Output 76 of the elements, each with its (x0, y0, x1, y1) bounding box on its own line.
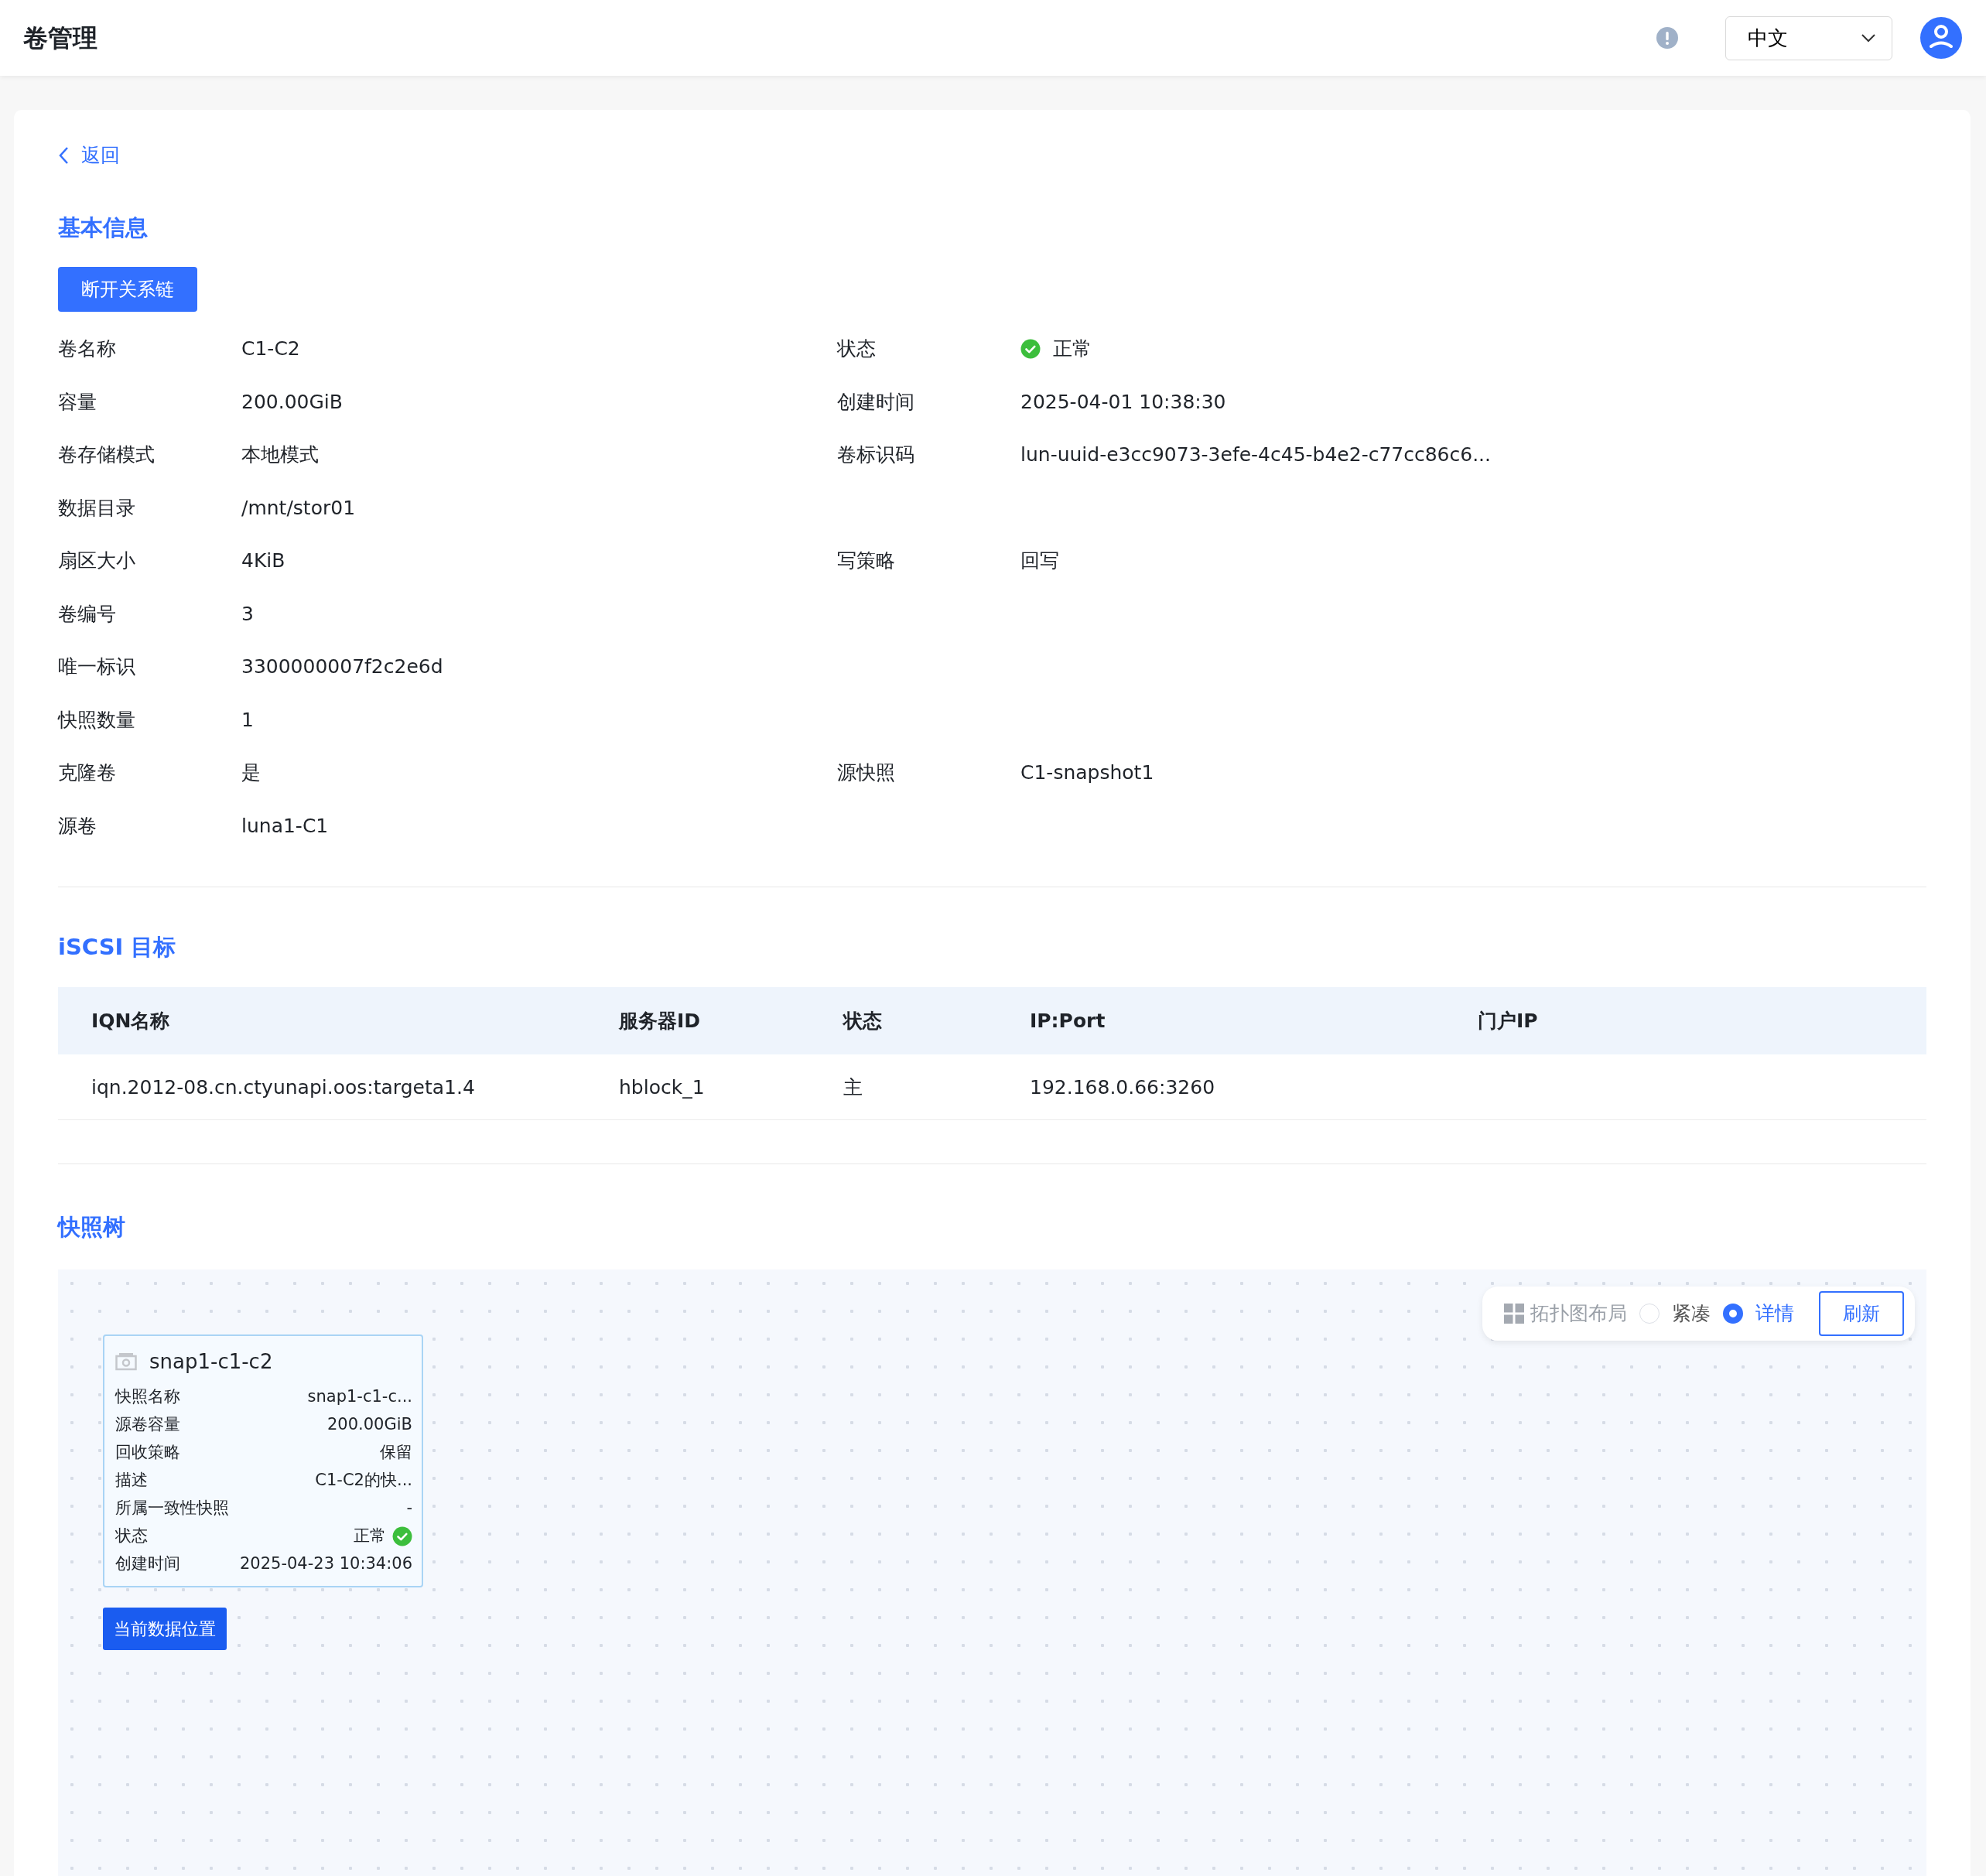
table-cell-text: iqn.2012-08.cn.ctyunapi.oos:targeta1.4 (91, 1075, 475, 1100)
check-circle-icon (392, 1526, 412, 1546)
user-avatar-icon[interactable] (1919, 16, 1963, 60)
field-label: 写策略 (837, 548, 895, 574)
field-label: 描述 (115, 1470, 148, 1491)
page-title: 卷管理 (23, 22, 97, 54)
field-value: 回写 (1020, 548, 1059, 574)
language-select[interactable]: 中文 (1725, 15, 1892, 60)
field-value: 3300000007f2c2e6d (241, 654, 443, 680)
field-label: 卷名称 (58, 337, 116, 362)
field-label: 克隆卷 (58, 760, 116, 786)
field-label: 所属一致性快照 (115, 1498, 229, 1519)
field-value: snap1-c1-c... (307, 1386, 412, 1407)
field-label: 源快照 (837, 760, 895, 786)
field-label: 源卷 (58, 813, 97, 839)
section-title: iSCSI 目标 (58, 932, 177, 962)
field-value: 正常 (1053, 337, 1092, 362)
field-value: 2025-04-23 10:34:06 (239, 1553, 412, 1574)
field-label: 卷编号 (58, 601, 116, 627)
current-data-position-button[interactable]: 当前数据位置 (103, 1607, 227, 1650)
field-value: C1-C2 (241, 337, 300, 362)
field-label: 快照数量 (58, 707, 135, 733)
field-label: 卷标识码 (837, 443, 914, 468)
field-label: 状态 (115, 1526, 148, 1546)
section-title: 基本信息 (58, 214, 149, 243)
node-title: snap1-c1-c2 (149, 1348, 273, 1375)
back-link[interactable]: 返回 (58, 141, 120, 170)
radio-button[interactable] (1723, 1303, 1743, 1324)
table-cell-text: 192.168.0.66:3260 (1030, 1075, 1215, 1100)
radio-label[interactable]: 紧凑 (1672, 1299, 1711, 1328)
field-label: 回收策略 (115, 1442, 180, 1463)
field-label: 唯一标识 (58, 654, 135, 680)
field-value: 正常 (354, 1526, 386, 1546)
field-value: 2025-04-01 10:38:30 (1020, 389, 1226, 415)
field-value: lun-uuid-e3cc9073-3efe-4c45-b4e2-c77cc86c6... (1020, 443, 1491, 468)
section-title: 快照树 (58, 1213, 126, 1242)
field-value: 本地模式 (241, 443, 319, 468)
field-value: C1-snapshot1 (1020, 760, 1154, 786)
field-value: 200.00GiB (241, 389, 343, 415)
check-circle-icon (1020, 339, 1041, 359)
table-cell-text: hblock_1 (619, 1075, 705, 1100)
snapshot-node-card[interactable]: snap1-c1-c2 快照名称 snap1-c1-c... 源卷容量 200.00GiB 回收策略 保留 描述 C1-C2的快... 所属一致性快照 - 状态 正常 创建时间 2025-04-23 10:34:06 (103, 1334, 423, 1587)
radio-label[interactable]: 详情 (1755, 1299, 1794, 1328)
chevron-left-icon (58, 145, 69, 165)
column-header: IP:Port (1030, 1009, 1106, 1034)
column-header: 门户IP (1478, 1009, 1538, 1034)
table-cell-text: 主 (843, 1075, 863, 1100)
field-value: 是 (241, 760, 261, 786)
grid-icon (1504, 1303, 1524, 1324)
field-label: 容量 (58, 389, 97, 415)
field-value: /mnt/stor01 (241, 495, 356, 521)
field-value: C1-C2的快... (315, 1470, 412, 1491)
field-label: 快照名称 (115, 1386, 180, 1407)
field-value: 200.00GiB (327, 1414, 412, 1435)
field-label: 扇区大小 (58, 548, 135, 574)
field-label: 源卷容量 (115, 1414, 180, 1435)
column-header: 服务器ID (619, 1009, 701, 1034)
field-label: 数据目录 (58, 495, 135, 521)
field-label: 状态 (837, 337, 876, 362)
field-value: luna1-C1 (241, 813, 329, 839)
field-value: 1 (241, 707, 254, 733)
column-header: 状态 (843, 1009, 882, 1034)
layout-label: 拓扑图布局 (1530, 1301, 1627, 1326)
camera-icon (115, 1352, 137, 1372)
field-value: 保留 (380, 1442, 412, 1463)
alert-icon[interactable] (1656, 26, 1679, 50)
break-chain-button[interactable]: 断开关系链 (58, 266, 197, 312)
column-header: IQN名称 (91, 1009, 170, 1034)
field-label: 创建时间 (115, 1553, 180, 1574)
field-value: 3 (241, 601, 254, 627)
field-label: 创建时间 (837, 389, 914, 415)
field-label: 卷存储模式 (58, 443, 155, 468)
field-value: 4KiB (241, 548, 285, 574)
field-value: - (406, 1498, 412, 1519)
chevron-down-icon (1861, 33, 1876, 43)
refresh-button[interactable]: 刷新 (1819, 1290, 1904, 1336)
